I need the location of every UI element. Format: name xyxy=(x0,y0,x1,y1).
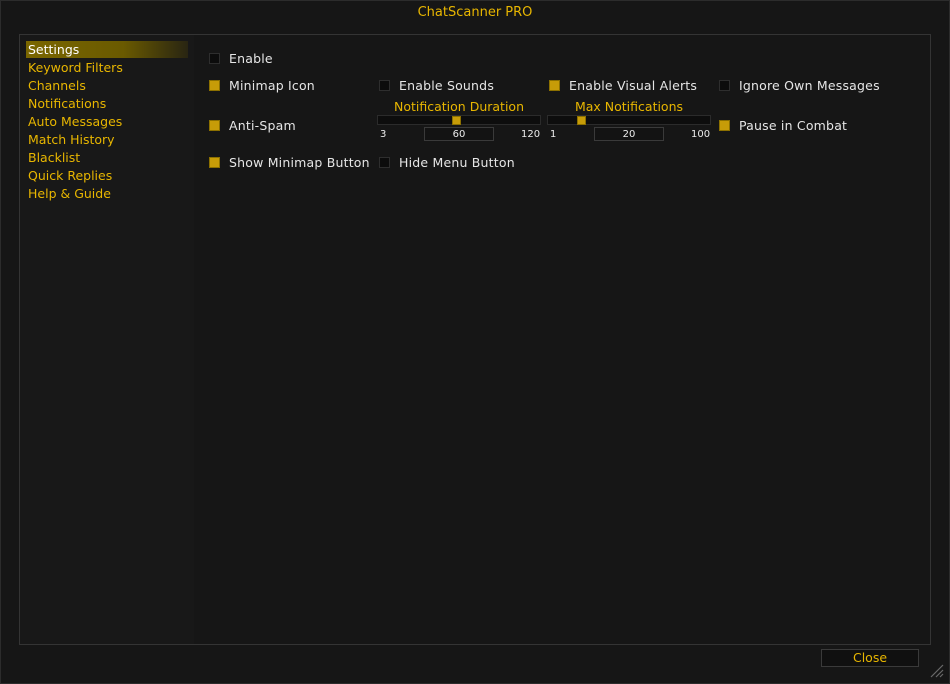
minimap-icon-checkbox[interactable]: Minimap Icon xyxy=(209,76,315,94)
hide-menu-button-checkbox-box[interactable] xyxy=(379,156,390,168)
sidebar-item-keyword-filters[interactable]: Keyword Filters xyxy=(26,59,188,76)
notification-duration-thumb[interactable] xyxy=(452,116,461,125)
settings-panel: Enable Minimap Icon Enable Sounds Enable… xyxy=(194,34,931,645)
sidebar: Settings Keyword Filters Channels Notifi… xyxy=(19,34,195,645)
ignore-own-messages-checkbox-box[interactable] xyxy=(719,79,730,91)
pause-in-combat-label: Pause in Combat xyxy=(739,117,848,133)
enable-label: Enable xyxy=(229,50,273,66)
enable-checkbox-box[interactable] xyxy=(209,52,220,64)
sidebar-item-notifications[interactable]: Notifications xyxy=(26,95,188,112)
show-minimap-button-checkbox-box[interactable] xyxy=(209,156,220,168)
pause-in-combat-checkbox-box[interactable] xyxy=(719,119,730,131)
minimap-icon-label: Minimap Icon xyxy=(229,77,315,93)
enable-visual-alerts-checkbox-box[interactable] xyxy=(549,79,560,91)
show-minimap-button-label: Show Minimap Button xyxy=(229,154,370,170)
max-notifications-thumb[interactable] xyxy=(577,116,586,125)
ignore-own-messages-label: Ignore Own Messages xyxy=(739,77,880,93)
show-minimap-button-checkbox[interactable]: Show Minimap Button xyxy=(209,153,370,171)
enable-sounds-checkbox-box[interactable] xyxy=(379,79,390,91)
sidebar-item-match-history[interactable]: Match History xyxy=(26,131,188,148)
enable-checkbox[interactable]: Enable xyxy=(209,49,273,67)
anti-spam-checkbox[interactable]: Anti-Spam xyxy=(209,116,296,134)
hide-menu-button-label: Hide Menu Button xyxy=(399,154,515,170)
notification-duration-title: Notification Duration xyxy=(394,99,524,114)
addon-window: ChatScanner PRO Settings Keyword Filters… xyxy=(0,0,950,684)
window-title: ChatScanner PRO xyxy=(417,5,533,20)
anti-spam-checkbox-box[interactable] xyxy=(209,119,220,131)
max-notifications-title: Max Notifications xyxy=(574,99,684,114)
max-notifications-min: 1 xyxy=(550,129,557,140)
enable-visual-alerts-checkbox[interactable]: Enable Visual Alerts xyxy=(549,76,697,94)
sidebar-item-quick-replies[interactable]: Quick Replies xyxy=(26,167,188,184)
enable-sounds-checkbox[interactable]: Enable Sounds xyxy=(379,76,494,94)
notification-duration-slider[interactable] xyxy=(377,115,541,125)
pause-in-combat-checkbox[interactable]: Pause in Combat xyxy=(719,116,847,134)
notification-duration-value[interactable]: 60 xyxy=(424,127,494,141)
anti-spam-label: Anti-Spam xyxy=(229,117,296,133)
enable-sounds-label: Enable Sounds xyxy=(399,77,495,93)
sidebar-item-help-guide[interactable]: Help & Guide xyxy=(26,185,188,202)
max-notifications-max: 100 xyxy=(691,129,711,140)
enable-visual-alerts-label: Enable Visual Alerts xyxy=(569,77,698,93)
sidebar-item-settings[interactable]: Settings xyxy=(26,41,188,58)
sidebar-item-channels[interactable]: Channels xyxy=(26,77,188,94)
sidebar-item-blacklist[interactable]: Blacklist xyxy=(26,149,188,166)
close-button[interactable]: Close xyxy=(821,649,919,667)
notification-duration-min: 3 xyxy=(380,129,387,140)
resize-grip-icon[interactable] xyxy=(927,661,945,679)
minimap-icon-checkbox-box[interactable] xyxy=(209,79,220,91)
notification-duration-max: 120 xyxy=(521,129,541,140)
hide-menu-button-checkbox[interactable]: Hide Menu Button xyxy=(379,153,515,171)
max-notifications-value[interactable]: 20 xyxy=(594,127,664,141)
ignore-own-messages-checkbox[interactable]: Ignore Own Messages xyxy=(719,76,880,94)
max-notifications-slider[interactable] xyxy=(547,115,711,125)
sidebar-item-auto-messages[interactable]: Auto Messages xyxy=(26,113,188,130)
